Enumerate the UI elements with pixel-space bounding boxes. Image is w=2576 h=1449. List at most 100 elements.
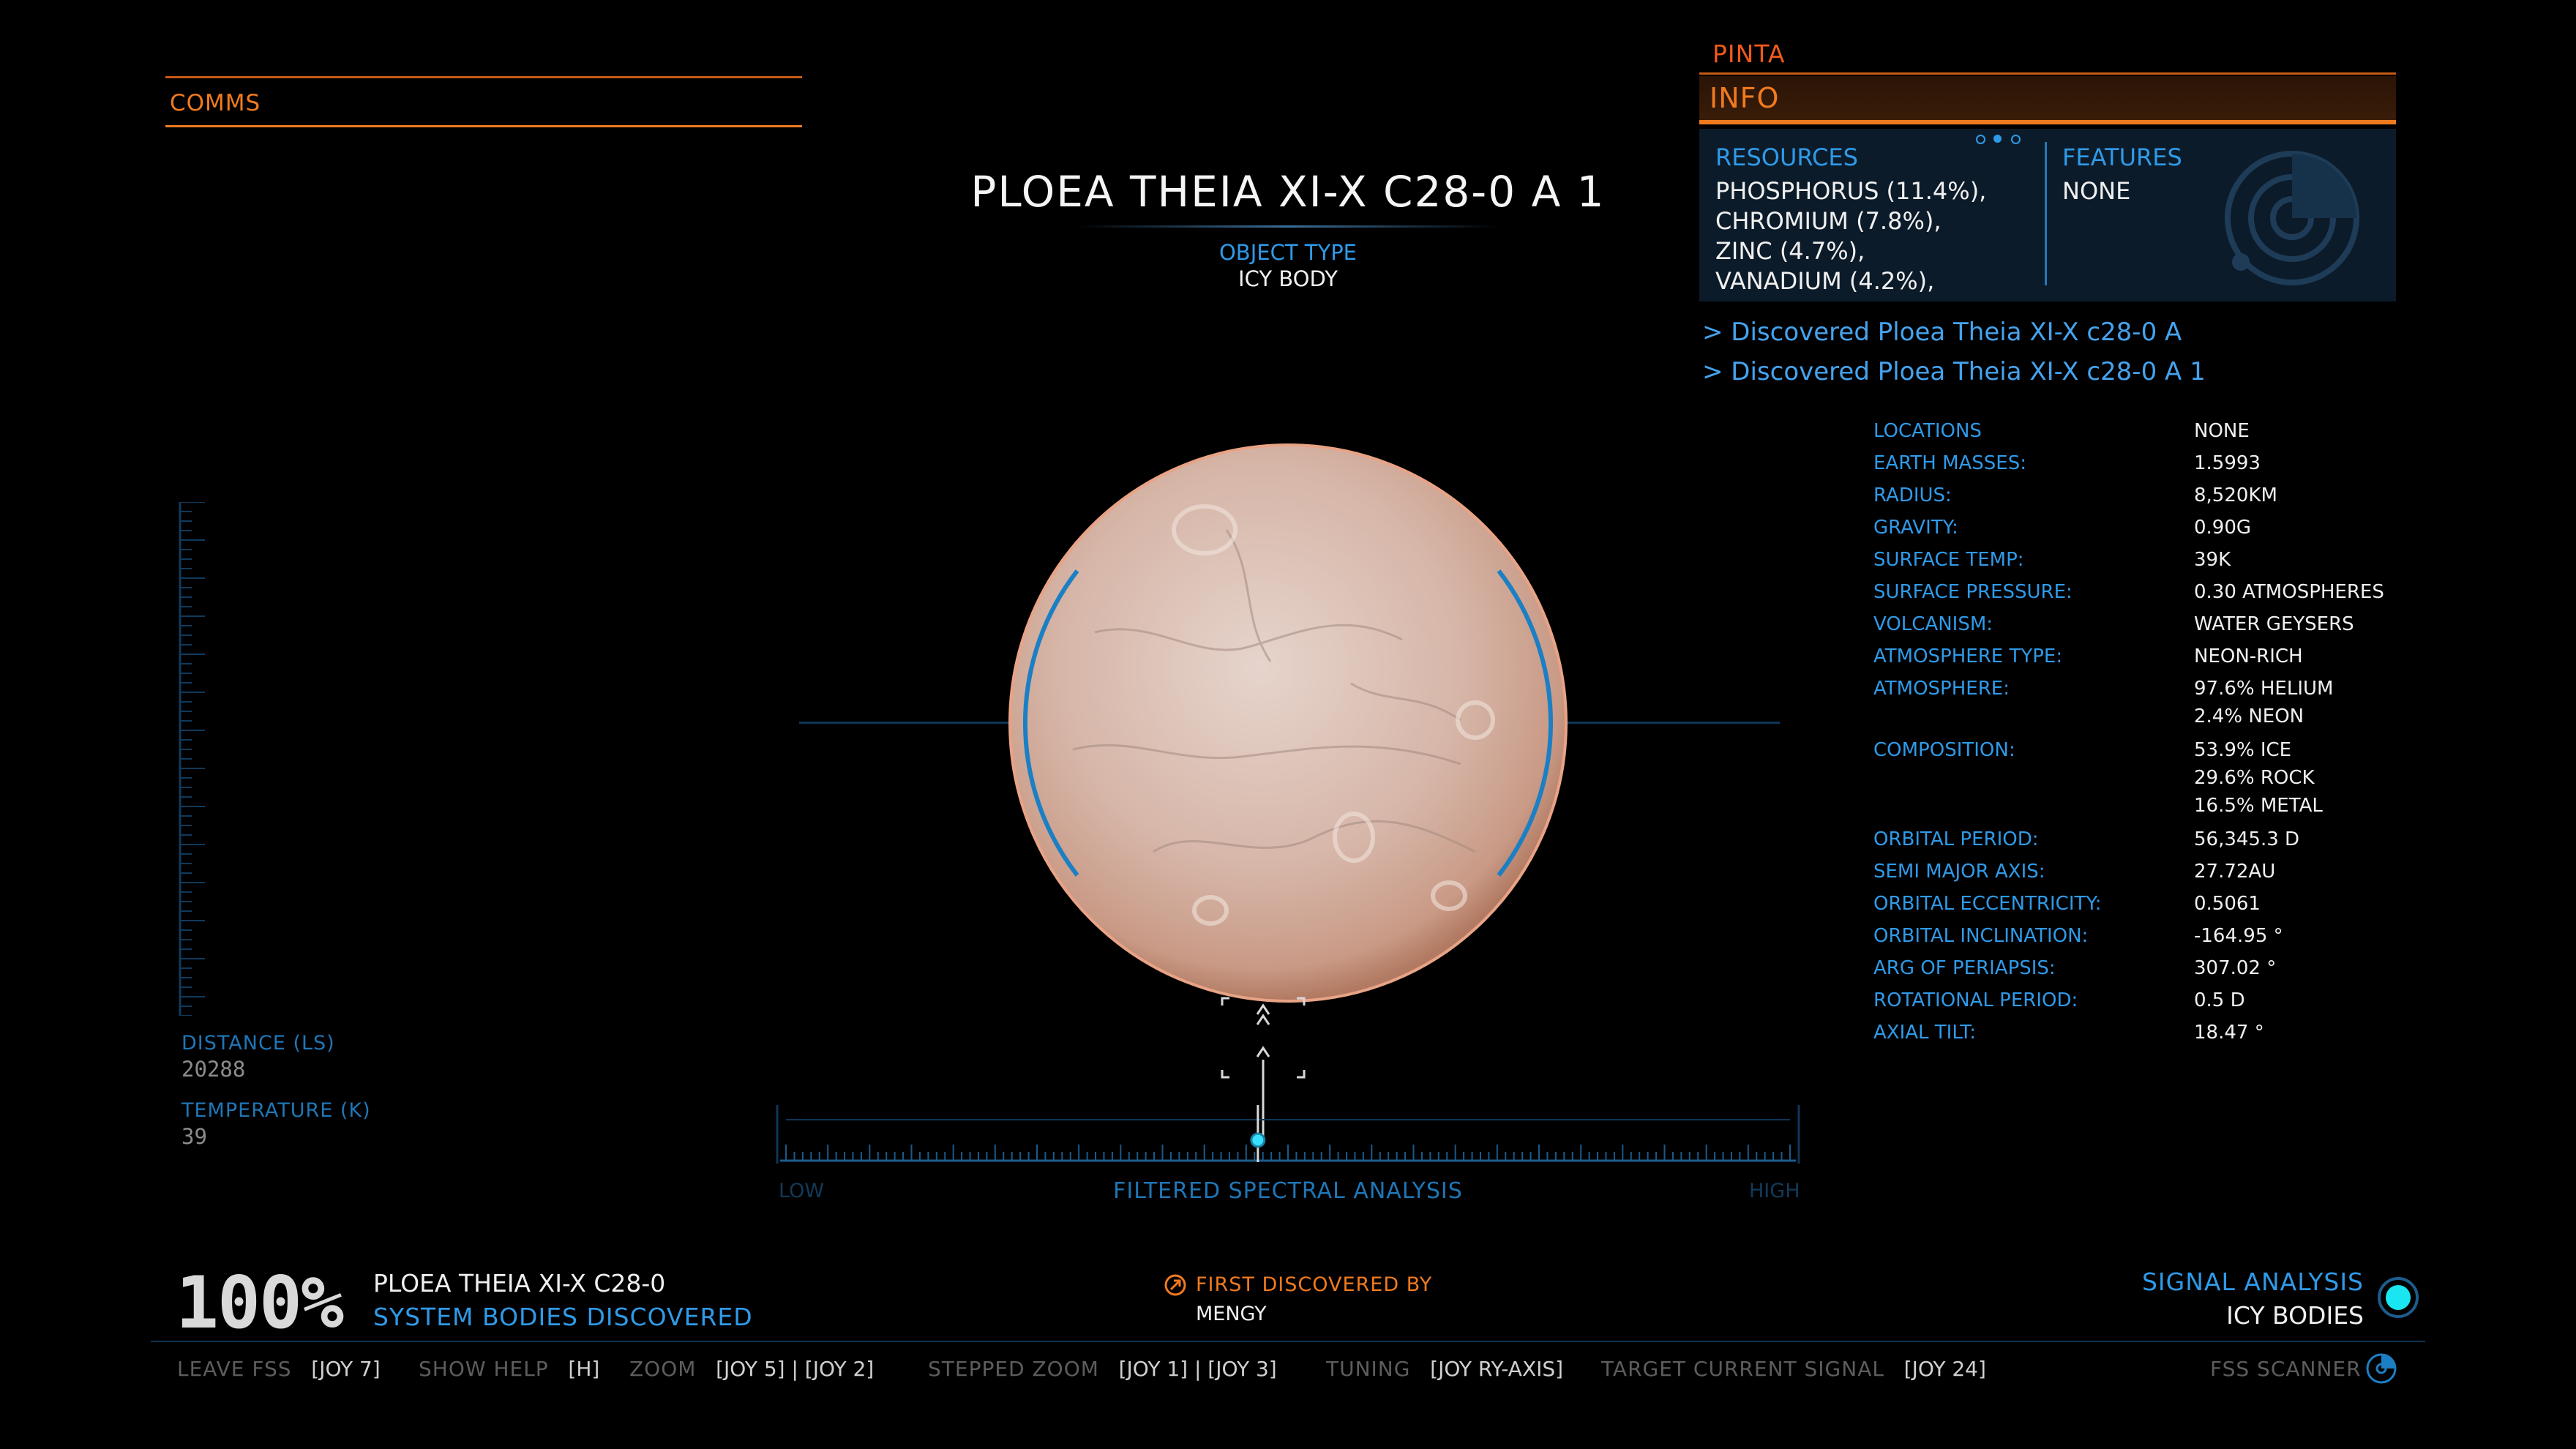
first-discovered-value: MENGY	[1196, 1303, 1267, 1325]
card-separator	[2045, 142, 2047, 285]
temperature-value: 39	[181, 1124, 207, 1149]
detail-value: NONE	[2194, 420, 2250, 442]
detail-label: AXIAL TILT:	[1873, 1022, 1977, 1044]
detail-label: SEMI MAJOR AXIS:	[1873, 861, 2045, 883]
detail-label: VOLCANISM:	[1873, 613, 1993, 635]
keybind-action: LEAVE FSS	[177, 1357, 292, 1381]
detail-value: 18.47 °	[2194, 1022, 2264, 1044]
detail-value: 29.6% ROCK	[2194, 767, 2315, 789]
comms-label: COMMS	[170, 90, 261, 116]
info-card: RESOURCES PHOSPHORUS (11.4%), CHROMIUM (…	[1699, 129, 2396, 302]
distance-value: 20288	[181, 1057, 246, 1082]
keybind-tuning[interactable]: TUNING [JOY RY-AXIS]	[1326, 1357, 1563, 1381]
radar-icon	[2225, 151, 2359, 285]
reticle-line-right	[1565, 722, 1780, 724]
discovery-log-item[interactable]: > Discovered Ploea Theia XI-X c28-0 A	[1702, 318, 2182, 347]
detail-label: ARG OF PERIAPSIS:	[1873, 957, 2056, 979]
spectral-analysis-bar[interactable]	[774, 1105, 1802, 1164]
keybind-action: SHOW HELP	[419, 1357, 549, 1381]
reticle-line-left	[799, 722, 1011, 724]
spectral-marker[interactable]	[1250, 1132, 1266, 1148]
detail-value: WATER GEYSERS	[2194, 613, 2354, 635]
distance-scale	[179, 502, 205, 1016]
system-name: PLOEA THEIA XI-X C28-0	[373, 1269, 666, 1298]
page-dot[interactable]	[1976, 135, 1985, 144]
detail-label: ORBITAL PERIOD:	[1873, 828, 2039, 850]
features-label: FEATURES	[2062, 143, 2182, 171]
detail-value: 16.5% METAL	[2194, 795, 2323, 817]
detail-value: 0.5 D	[2194, 989, 2245, 1011]
detail-label: ATMOSPHERE:	[1873, 678, 2010, 700]
detail-label: ATMOSPHERE TYPE:	[1873, 645, 2063, 667]
detail-label: SURFACE TEMP:	[1873, 549, 2024, 571]
keybind-zoom[interactable]: ZOOM [JOY 5] | [JOY 2]	[629, 1357, 874, 1381]
body-title: PLOEA THEIA XI-X C28-0 A 1	[970, 167, 1606, 217]
keybind-keys: [JOY RY-AXIS]	[1430, 1357, 1564, 1381]
detail-value: NEON-RICH	[2194, 645, 2303, 667]
detail-label: LOCATIONS	[1873, 420, 1982, 442]
page-dot-active[interactable]	[1993, 135, 2002, 143]
tab-info[interactable]: INFO	[1699, 76, 2396, 124]
detail-value: 0.5061	[2194, 893, 2261, 915]
detail-value: 56,345.3 D	[2194, 828, 2300, 850]
fss-scanner-label: FSS SCANNER	[2210, 1357, 2362, 1381]
detail-label: RADIUS:	[1873, 484, 1952, 506]
first-discovered-label: FIRST DISCOVERED BY	[1196, 1273, 1433, 1296]
detail-value: 0.30 ATMOSPHERES	[2194, 581, 2384, 603]
features-value: NONE	[2062, 177, 2131, 205]
keybind-leave-fss[interactable]: LEAVE FSS [JOY 7]	[177, 1357, 381, 1381]
panel-divider	[1699, 72, 2396, 75]
keybind-action: ZOOM	[629, 1357, 697, 1381]
detail-value: 0.90G	[2194, 517, 2252, 539]
page-dot[interactable]	[2011, 135, 2021, 144]
detail-label: EARTH MASSES:	[1873, 452, 2027, 474]
keybind-keys: [JOY 24]	[1903, 1357, 1986, 1381]
keybind-keys: [H]	[568, 1357, 600, 1381]
tab-info-label: INFO	[1710, 82, 1780, 114]
discovery-log-item[interactable]: > Discovered Ploea Theia XI-X c28-0 A 1	[1702, 357, 2206, 386]
resource-item: VANADIUM (4.2%),	[1715, 267, 1935, 295]
object-type-label: OBJECT TYPE	[1218, 240, 1358, 265]
detail-label: SURFACE PRESSURE:	[1873, 581, 2073, 603]
keybind-action: TUNING	[1326, 1357, 1411, 1381]
panel-system-name: PINTA	[1712, 40, 1786, 68]
detail-value: 307.02 °	[2194, 957, 2277, 979]
detail-value: 2.4% NEON	[2194, 705, 2304, 727]
keybind-keys: [JOY 5] | [JOY 2]	[716, 1357, 875, 1381]
fss-scanner-icon[interactable]	[2365, 1352, 2397, 1385]
resource-item: PHOSPHORUS (11.4%),	[1715, 177, 1987, 205]
signal-analysis-value: ICY BODIES	[2226, 1301, 2364, 1330]
detail-value: 53.9% ICE	[2194, 739, 2292, 761]
resource-item: CHROMIUM (7.8%),	[1715, 207, 1942, 235]
keybind-keys: [JOY 7]	[311, 1357, 381, 1381]
comms-tab[interactable]: COMMS	[165, 76, 802, 127]
keybind-target-signal[interactable]: TARGET CURRENT SIGNAL [JOY 24]	[1601, 1357, 1986, 1381]
detail-label: GRAVITY:	[1873, 517, 1958, 539]
keybind-stepped-zoom[interactable]: STEPPED ZOOM [JOY 1] | [JOY 3]	[928, 1357, 1277, 1381]
signal-analysis-label: SIGNAL ANALYSIS	[2141, 1268, 2364, 1296]
detail-label: COMPOSITION:	[1873, 739, 2015, 761]
system-bodies-label: SYSTEM BODIES DISCOVERED	[373, 1303, 753, 1331]
keybind-show-help[interactable]: SHOW HELP [H]	[419, 1357, 599, 1381]
first-discovered-icon	[1164, 1274, 1186, 1296]
bottom-divider	[151, 1341, 2425, 1342]
detail-label: ROTATIONAL PERIOD:	[1873, 989, 2078, 1011]
detail-value: 97.6% HELIUM	[2194, 678, 2334, 700]
detail-value: 39K	[2194, 549, 2231, 571]
title-underline	[1076, 225, 1500, 228]
signal-orb-icon[interactable]	[2377, 1276, 2419, 1319]
distance-label: DISTANCE (LS)	[181, 1032, 335, 1055]
spectral-title: FILTERED SPECTRAL ANALYSIS	[1113, 1178, 1463, 1204]
spectral-high-label: HIGH	[1749, 1180, 1800, 1202]
object-type-value: ICY BODY	[1238, 266, 1338, 291]
discovery-percent: 100%	[176, 1262, 344, 1345]
detail-value: -164.95 °	[2194, 925, 2283, 947]
detail-value: 27.72AU	[2194, 861, 2276, 883]
keybind-action: STEPPED ZOOM	[928, 1357, 1099, 1381]
planet-view[interactable]	[1007, 442, 1569, 1004]
keybind-keys: [JOY 1] | [JOY 3]	[1118, 1357, 1277, 1381]
detail-value: 8,520KM	[2194, 484, 2277, 506]
keybind-action: TARGET CURRENT SIGNAL	[1601, 1357, 1884, 1381]
detail-label: ORBITAL ECCENTRICITY:	[1873, 893, 2102, 915]
resource-item: ZINC (4.7%),	[1715, 237, 1865, 265]
